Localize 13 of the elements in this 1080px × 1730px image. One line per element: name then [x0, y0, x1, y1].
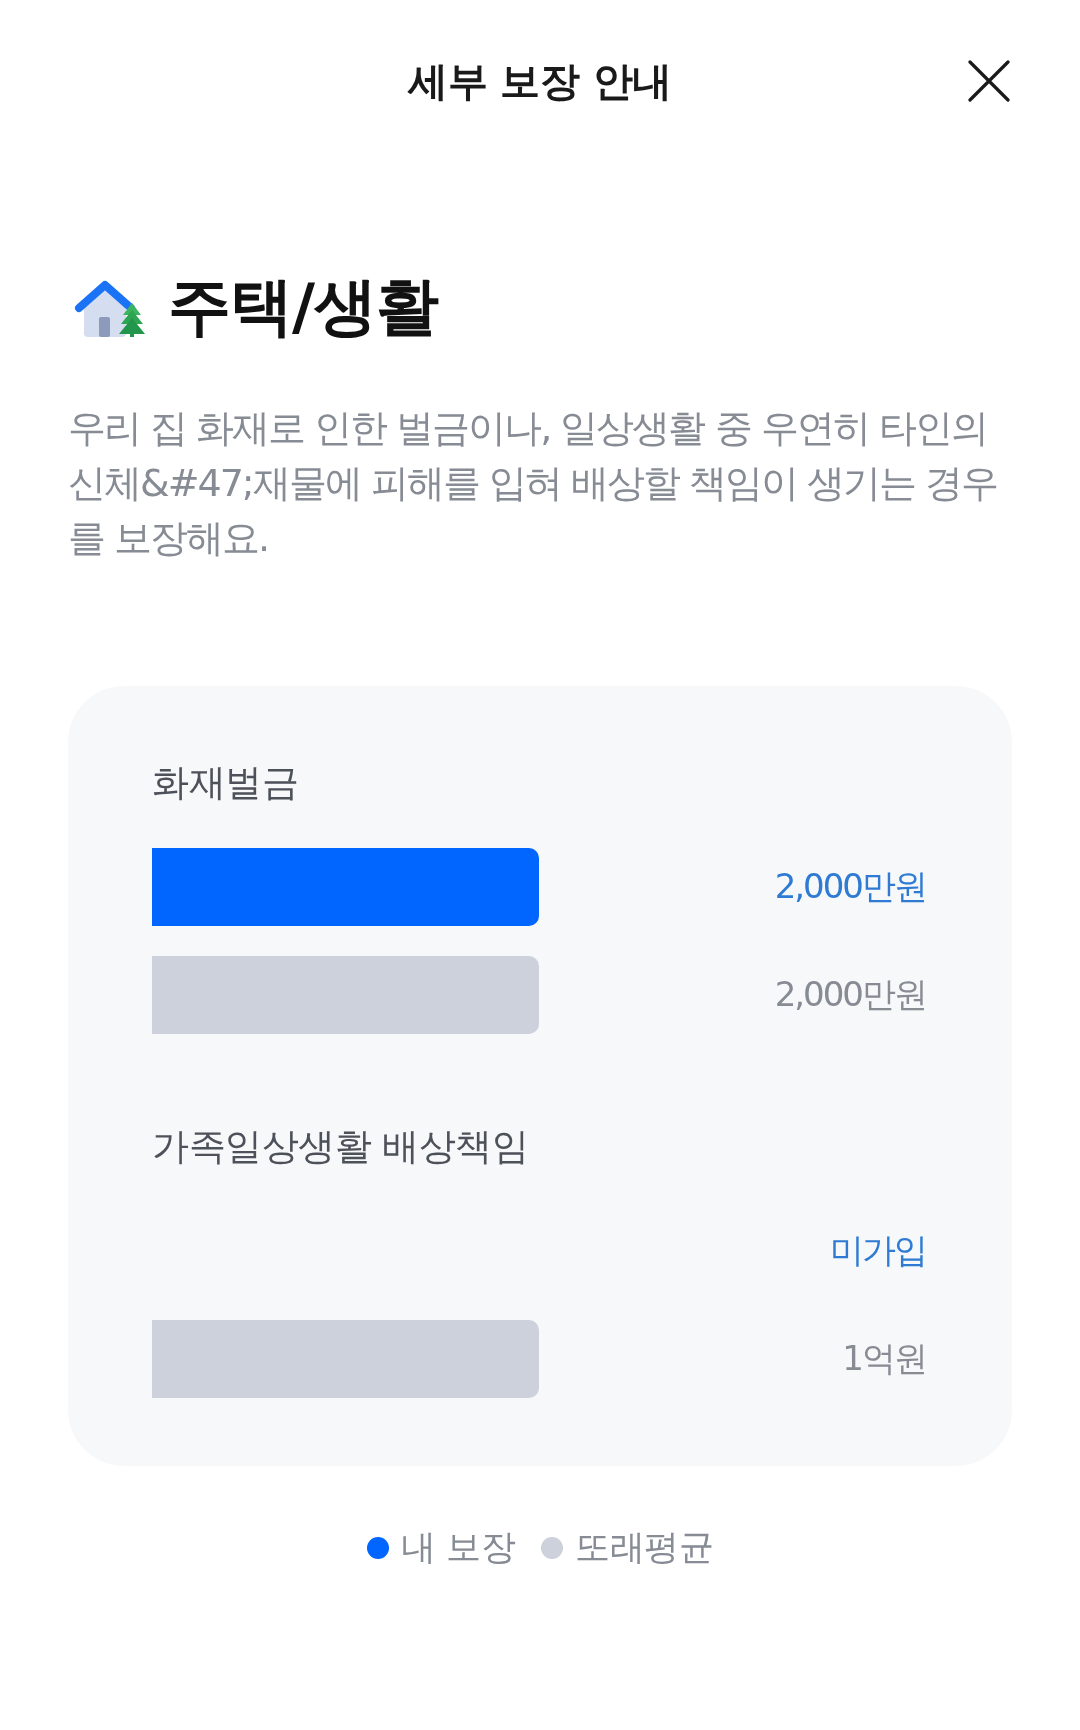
close-button[interactable]	[968, 60, 1010, 102]
coverage-title: 가족일상생활 배상책임	[152, 1124, 530, 1171]
coverage-amount: 2,000만원	[774, 865, 926, 909]
coverage-amount: 미가입	[830, 1229, 926, 1273]
category-title: 주택/생활	[168, 272, 438, 342]
coverage-amount: 1억원	[842, 1337, 926, 1381]
close-icon	[968, 60, 1010, 102]
coverage-title: 화재벌금	[152, 760, 299, 807]
legend-label: 내 보장	[400, 1526, 516, 1570]
legend-label: 또래평균	[575, 1526, 714, 1570]
category-description: 우리 집 화재로 인한 벌금이나, 일상생활 중 우연히 타인의 신체&#47;재물에 피해를 입혀 배상할 책임이 생기는 경우를 보장해요.	[68, 405, 999, 563]
coverage-amount: 2,000만원	[774, 973, 926, 1017]
screen-title: 세부 보장 안내	[408, 56, 672, 106]
